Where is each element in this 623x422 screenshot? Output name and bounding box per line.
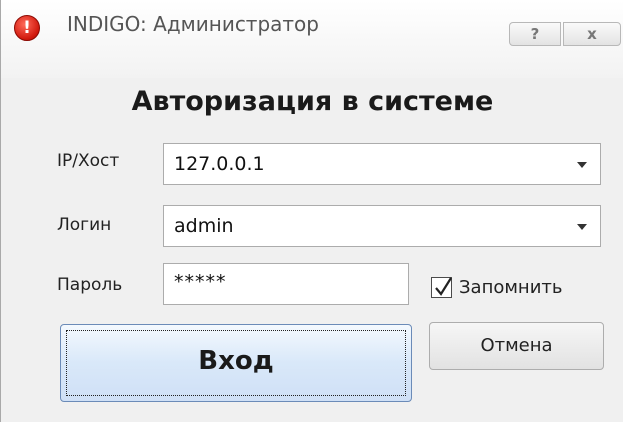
login-dialog: INDIGO: Администратор ? x Авторизация в … — [0, 0, 623, 422]
check-icon — [435, 277, 452, 296]
host-label: IP/Хост — [57, 151, 120, 171]
cancel-button-label: Отмена — [480, 335, 553, 356]
window-title: INDIGO: Администратор — [67, 12, 319, 36]
close-button[interactable]: x — [563, 22, 621, 46]
login-button-label: Вход — [198, 346, 274, 376]
form-heading: Авторизация в системе — [131, 86, 494, 117]
error-icon — [14, 15, 40, 41]
login-combobox[interactable]: admin — [163, 205, 601, 247]
login-button[interactable]: Вход — [60, 324, 412, 402]
help-button[interactable]: ? — [509, 22, 561, 46]
remember-label[interactable]: Запомнить — [459, 277, 563, 298]
login-label: Логин — [57, 215, 112, 235]
chevron-down-icon[interactable] — [577, 224, 587, 230]
password-input[interactable]: ***** — [163, 263, 409, 305]
remember-checkbox[interactable] — [431, 277, 452, 298]
cancel-button[interactable]: Отмена — [429, 322, 604, 370]
password-value: ***** — [174, 271, 227, 293]
chevron-down-icon[interactable] — [577, 162, 587, 168]
title-bar: INDIGO: Администратор ? x — [1, 0, 623, 78]
host-combobox[interactable]: 127.0.0.1 — [163, 143, 601, 185]
login-value: admin — [174, 215, 234, 237]
password-label: Пароль — [57, 275, 123, 295]
host-value: 127.0.0.1 — [174, 153, 265, 175]
